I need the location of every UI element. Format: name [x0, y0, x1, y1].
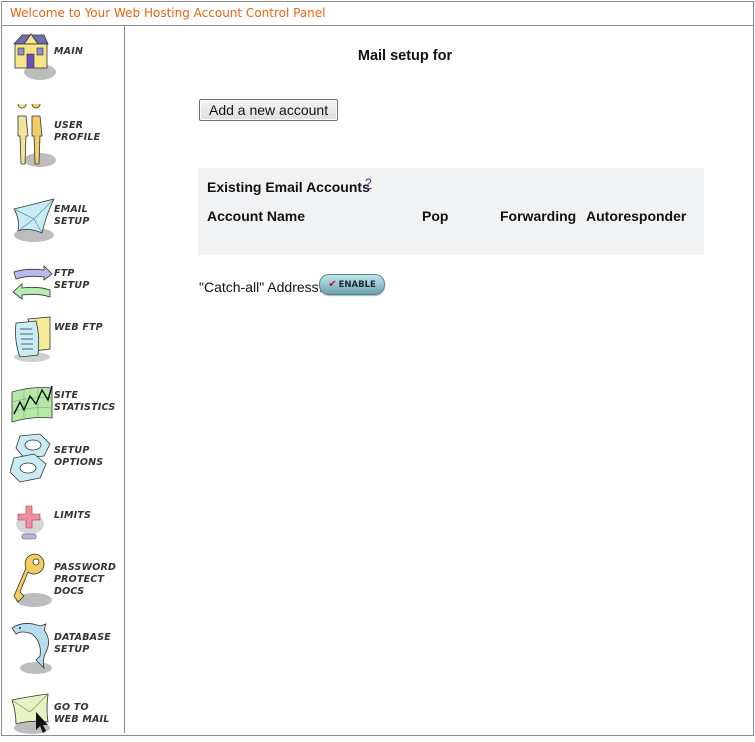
- sidebar-item-email-setup[interactable]: EMAIL SETUP: [8, 194, 123, 244]
- chart-icon: [11, 385, 53, 423]
- header-bar: Welcome to Your Web Hosting Account Cont…: [2, 2, 753, 26]
- arrows-icon: [12, 265, 53, 300]
- enable-button-label: ENABLE: [338, 279, 376, 290]
- existing-accounts-panel: Existing Email Accounts ? Account Name P…: [198, 168, 704, 255]
- column-header-pop: Pop: [422, 208, 449, 224]
- add-new-account-button[interactable]: Add a new account: [199, 99, 339, 121]
- sidebar-item-site-statistics[interactable]: SITE STATISTICS: [8, 378, 123, 423]
- sidebar-item-label: MAIN: [54, 46, 84, 57]
- enable-catchall-button[interactable]: ✔ ENABLE: [319, 274, 385, 295]
- main-content: Mail setup for Add a new account Existin…: [125, 26, 753, 735]
- column-header-account-name: Account Name: [207, 208, 306, 224]
- sidebar-item-main[interactable]: MAIN: [8, 32, 123, 88]
- documents-icon: [14, 316, 51, 362]
- control-panel-frame: Welcome to Your Web Hosting Account Cont…: [1, 1, 754, 736]
- sidebar-item-user-profile[interactable]: USER PROFILE: [8, 104, 123, 174]
- people-icon: [17, 104, 56, 167]
- sidebar-item-label: PASSWORD PROTECT DOCS: [54, 562, 117, 597]
- sidebar-nav: MAIN USER PROFILE EMAIL SETUP FTP SETUP …: [2, 26, 124, 734]
- sidebar-item-password-protect-docs[interactable]: PASSWORD PROTECT DOCS: [8, 552, 123, 612]
- envelope-icon: [13, 198, 55, 242]
- key-icon: [13, 553, 52, 607]
- sidebar-item-label: USER PROFILE: [54, 120, 101, 143]
- sidebar-item-label: LIMITS: [54, 510, 92, 521]
- plus-minus-icon: [16, 505, 44, 540]
- existing-accounts-title: Existing Email Accounts: [207, 179, 370, 195]
- sidebar-item-label: EMAIL SETUP: [54, 204, 90, 227]
- checkmark-icon: ✔: [328, 279, 337, 290]
- catchall-label: "Catch-all" Address:: [199, 279, 323, 295]
- sidebar-item-ftp-setup[interactable]: FTP SETUP: [8, 258, 123, 302]
- sidebar-item-label: FTP SETUP: [54, 268, 90, 291]
- sidebar-item-setup-options[interactable]: SETUP OPTIONS: [8, 432, 123, 488]
- sidebar-item-label: SITE STATISTICS: [54, 390, 116, 413]
- sidebar-item-label: DATABASE SETUP: [54, 632, 111, 655]
- header-title: Welcome to Your Web Hosting Account Cont…: [10, 6, 326, 20]
- mail-cursor-icon: [11, 693, 50, 734]
- page-title: Mail setup for: [357, 48, 453, 64]
- sidebar-item-web-ftp[interactable]: WEB FTP: [8, 312, 123, 362]
- sidebar-item-label: WEB FTP: [54, 322, 103, 333]
- help-link[interactable]: ?: [365, 176, 372, 190]
- sidebar-item-limits[interactable]: LIMITS: [8, 496, 123, 540]
- sidebar-item-label: SETUP OPTIONS: [54, 445, 104, 468]
- house-icon: [13, 33, 56, 80]
- sidebar-item-label: GO TO WEB MAIL: [54, 702, 110, 725]
- nuts-icon: [10, 433, 51, 483]
- sidebar-item-go-to-web-mail[interactable]: GO TO WEB MAIL: [8, 686, 123, 734]
- sidebar-item-database-setup[interactable]: DATABASE SETUP: [8, 620, 123, 676]
- column-header-forwarding: Forwarding: [500, 208, 577, 224]
- column-header-autoresponder: Autoresponder: [586, 208, 687, 224]
- dolphin-icon: [11, 623, 52, 674]
